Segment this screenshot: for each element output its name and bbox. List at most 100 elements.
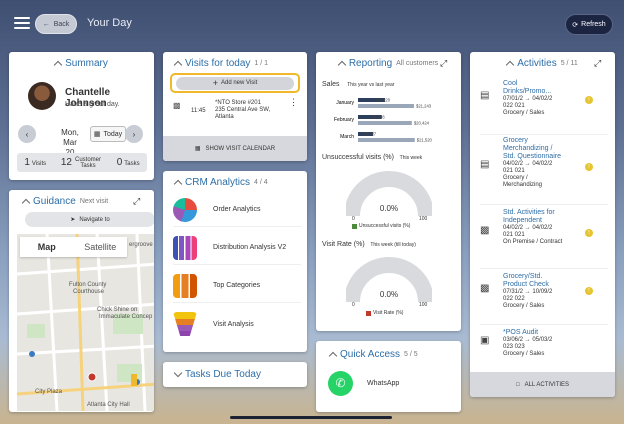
chevron-up-icon (173, 60, 183, 69)
unsuccessful-visits-subtitle: This week (399, 155, 423, 161)
activity-item[interactable]: ▣ *POS Audit 03/06/2 → 05/03/2 023 023 G… (480, 324, 608, 366)
add-visit-button[interactable]: + Add new Visit (176, 76, 294, 90)
document-icon: □ (515, 381, 520, 388)
activity-item[interactable]: ▤ Grocery Merchandizing / Std. Questionn… (480, 134, 608, 196)
quick-access-card: Quick Access 5 / 5 ✆ WhatsApp (316, 341, 461, 412)
sales-bar (358, 121, 412, 125)
visit-rate-subtitle: This week (till today) (370, 242, 416, 248)
tab-satellite[interactable]: Satellite (74, 237, 128, 257)
summary-card: Summary Chantelle Johnson Have a great d… (9, 52, 154, 180)
today-button[interactable]: ▦ Today (90, 126, 126, 142)
donut-chart-icon (173, 197, 197, 222)
stat-customer-tasks[interactable]: 12 Customer Tasks (61, 157, 102, 169)
calendar-icon: ▦ (93, 131, 101, 138)
more-options-icon[interactable]: ⋮ (289, 98, 298, 107)
map-label: City Plaza (35, 389, 63, 395)
expand-icon[interactable]: ⤢ (440, 58, 447, 69)
gauge-max: 100 (419, 302, 428, 308)
chevron-up-icon (506, 60, 515, 69)
arrow-left-icon: ← (42, 20, 50, 28)
back-button[interactable]: ← Back (35, 14, 77, 34)
navigation-arrow-icon: ➤ (70, 217, 76, 223)
store-icon: ▩ (480, 225, 490, 236)
refresh-icon: ⟳ (572, 21, 579, 29)
visit-rate-legend: Visit Rate (%) (366, 310, 403, 316)
visit-store-name: *NTO Store #201 (215, 100, 261, 106)
next-day-button[interactable]: › (125, 125, 143, 143)
stat-tasks[interactable]: 0 Tasks (117, 157, 140, 168)
tasks-due-header[interactable]: Tasks Due Today (163, 362, 307, 387)
visit-address: 235 Central Ave SW, (215, 107, 271, 113)
map-type-tabs: Map Satellite (20, 237, 127, 257)
bar-value-label: $5,777 (363, 132, 376, 137)
navigate-button[interactable]: ➤ Navigate to (25, 212, 154, 227)
stat-visits[interactable]: 1 Visits (24, 157, 46, 168)
quick-access-item-whatsapp[interactable]: ✆ WhatsApp (328, 370, 448, 396)
funnel-chart-icon (173, 312, 197, 336)
activity-item[interactable]: ▩ Std. Activities for Independent 04/02/… (480, 204, 608, 264)
prev-day-button[interactable]: ‹ (18, 125, 36, 143)
activity-item[interactable]: ▤ Cool Drinks/Promo... 07/01/2 → 04/02/2… (480, 80, 608, 128)
bar-value-label: $21,520 (417, 138, 433, 143)
crm-item-distribution-analysis[interactable]: Distribution Analysis V2 (173, 231, 301, 265)
tasks-due-card: Tasks Due Today (163, 362, 307, 387)
bar-value-label: $8,998 (372, 115, 385, 120)
visits-header[interactable]: Visits for today 1 / 1 (163, 52, 307, 74)
reporting-card: Reporting All customers ⤢ Sales This yea… (316, 52, 461, 331)
clipboard-icon: ▤ (480, 159, 490, 170)
unsuccessful-visits-legend: Unsuccessful visits (%) (352, 223, 410, 229)
activity-item[interactable]: ▩ Grocery/Std. Product Check 07/31/2 → 1… (480, 268, 608, 320)
visit-city: Atlanta (215, 114, 234, 120)
expand-icon[interactable]: ⤢ (594, 58, 601, 69)
alert-badge: ! (585, 96, 593, 104)
menu-icon[interactable] (14, 17, 30, 29)
legend-swatch (366, 310, 371, 316)
map-roads (17, 234, 154, 411)
sales-bar-chart: January $10,220 $21,243 February $8,998 $20,4… (334, 98, 433, 143)
crm-item-order-analytics[interactable]: Order Analytics (173, 193, 301, 227)
summary-header[interactable]: Summary (9, 52, 154, 74)
store-icon: ▩ (173, 101, 181, 110)
gauge-min: 0 (352, 216, 355, 222)
category-label: March (340, 134, 354, 140)
whatsapp-icon: ✆ (328, 370, 353, 396)
gauge-value: 0.0% (379, 204, 399, 213)
unsuccessful-visits-label: Unsuccessful visits (%) (322, 154, 394, 161)
bar-chart-icon (173, 235, 197, 260)
map-view[interactable]: Map Satellite ergroove Fulton County Cou… (17, 234, 154, 411)
top-bar: ← Back Your Day ⟳ Refresh (0, 0, 624, 48)
category-label: January (336, 100, 354, 106)
crm-item-top-categories[interactable]: Top Categories (173, 269, 301, 303)
map-label: Courthouse (73, 289, 105, 295)
bar-value-label: $21,243 (416, 104, 432, 109)
crm-analytics-card: CRM Analytics 4 / 4 Order Analytics Dist… (163, 171, 307, 352)
greeting: Have a great day. (65, 101, 120, 108)
refresh-button[interactable]: ⟳ Refresh (565, 14, 613, 35)
expand-icon[interactable]: ⤢ (133, 196, 140, 207)
visits-card: Visits for today 1 / 1 + Add new Visit ▩… (163, 52, 307, 161)
plus-icon: + (212, 78, 218, 88)
quick-access-header[interactable]: Quick Access 5 / 5 (316, 341, 461, 367)
chevron-down-icon (173, 368, 183, 378)
bar-value-label: $20,424 (414, 121, 430, 126)
category-label: February (334, 117, 355, 123)
avatar (28, 82, 56, 110)
chevron-up-icon (173, 179, 183, 188)
crm-item-visit-analysis[interactable]: Visit Analysis (173, 307, 301, 341)
map-label: Immaculate Concep (99, 314, 153, 320)
chevron-up-icon (21, 198, 31, 207)
gauge-min: 0 (352, 302, 355, 308)
map-label: Chick Shine on (97, 307, 138, 313)
sales-label: Sales (322, 81, 340, 88)
home-indicator (230, 416, 392, 419)
all-activities-button[interactable]: □ ALL ACTIVITIES (470, 372, 615, 397)
visit-time: 11:45 (191, 108, 206, 114)
sales-bar (358, 104, 415, 108)
tab-map[interactable]: Map (20, 237, 74, 257)
show-visit-calendar-button[interactable]: ▦ SHOW VISIT CALENDAR (163, 136, 307, 161)
unsuccessful-visits-gauge: 0.0% (344, 170, 434, 220)
activities-card: Activities 5 / 11 ⤢ ▤ Cool Drinks/Promo.… (470, 52, 615, 397)
chevron-up-icon (53, 60, 63, 69)
calendar-icon: ▦ (194, 146, 201, 152)
crm-header[interactable]: CRM Analytics 4 / 4 (163, 171, 307, 193)
